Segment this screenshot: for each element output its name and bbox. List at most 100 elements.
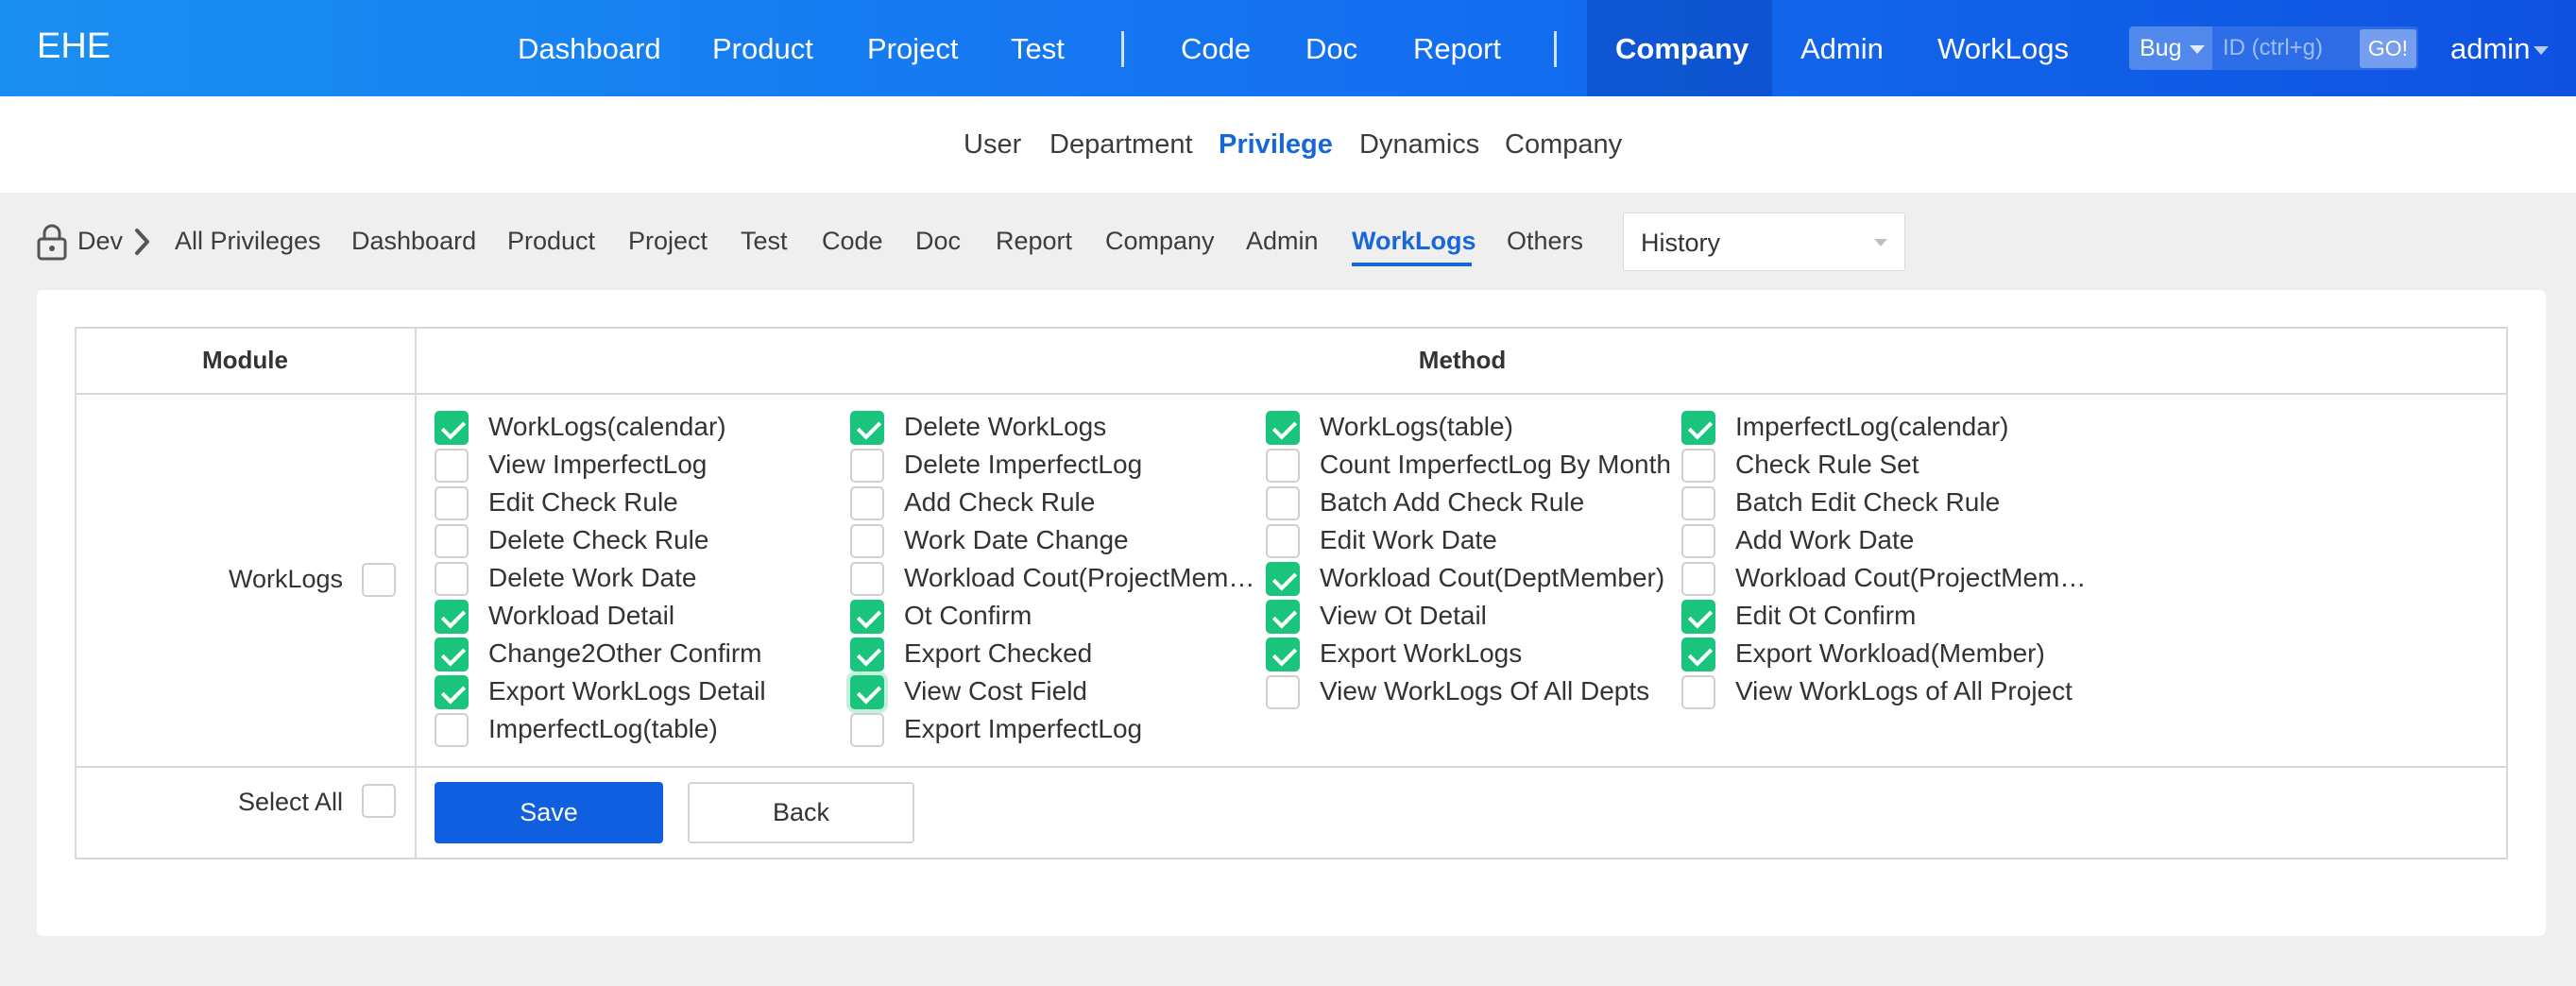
permission-label[interactable]: Edit Work Date [1320,525,1679,555]
permission-checkbox[interactable] [435,713,469,747]
permission-checkbox[interactable] [850,411,884,445]
nav-test[interactable]: Test [1011,0,1065,96]
permission-label[interactable]: View Cost Field [904,676,1263,706]
nav-report[interactable]: Report [1413,0,1501,96]
permission-label[interactable]: Workload Cout(ProjectMember) [904,563,1263,593]
permission-checkbox[interactable] [1266,486,1300,520]
permission-label[interactable]: Export Workload(Member) [1735,638,2094,669]
subnav-department[interactable]: Department [1049,96,1193,193]
permission-checkbox[interactable] [1266,562,1300,596]
permission-checkbox[interactable] [435,600,469,634]
permission-checkbox[interactable] [1266,600,1300,634]
permission-checkbox[interactable] [435,675,469,709]
permission-label[interactable]: Workload Cout(DeptMember) [1320,563,1679,593]
permission-label[interactable]: View WorkLogs of All Project [1735,676,2094,706]
tab-code[interactable]: Code [822,219,883,263]
permission-label[interactable]: Export Checked [904,638,1263,669]
permission-label[interactable]: Add Work Date [1735,525,2094,555]
subnav-user[interactable]: User [964,96,1021,193]
permission-checkbox[interactable] [850,675,884,709]
tab-test[interactable]: Test [741,219,788,263]
permission-checkbox[interactable] [850,524,884,558]
permission-label[interactable]: Edit Check Rule [488,487,847,518]
permission-checkbox[interactable] [1681,411,1715,445]
tab-admin[interactable]: Admin [1246,219,1319,263]
permission-checkbox[interactable] [1266,638,1300,672]
permission-checkbox[interactable] [1266,524,1300,558]
go-button[interactable]: GO! [2360,29,2416,68]
nav-project[interactable]: Project [867,0,958,96]
nav-worklogs[interactable]: WorkLogs [1937,0,2069,96]
permission-checkbox[interactable] [850,713,884,747]
tab-dashboard[interactable]: Dashboard [351,219,476,263]
tab-project[interactable]: Project [628,219,708,263]
permission-checkbox[interactable] [1681,675,1715,709]
permission-label[interactable]: Delete Work Date [488,563,847,593]
permission-label[interactable]: View Ot Detail [1320,601,1679,631]
permission-checkbox[interactable] [850,600,884,634]
module-select-all-checkbox[interactable] [362,563,396,597]
permission-checkbox[interactable] [1266,449,1300,483]
permission-label[interactable]: View ImperfectLog [488,450,847,480]
user-menu[interactable]: admin [2450,0,2550,96]
permission-label[interactable]: Delete ImperfectLog [904,450,1263,480]
permission-checkbox[interactable] [1681,562,1715,596]
permission-label[interactable]: Workload Cout(ProjectMember) [1735,563,2094,593]
tab-all-privileges[interactable]: All Privileges [175,219,321,263]
tab-company[interactable]: Company [1105,219,1215,263]
brand-logo[interactable]: EHE [37,26,111,67]
permission-label[interactable]: Change2Other Confirm [488,638,847,669]
permission-label[interactable]: WorkLogs(table) [1320,412,1679,442]
permission-checkbox[interactable] [1681,638,1715,672]
nav-company[interactable]: Company [1615,0,1749,96]
save-button[interactable]: Save [435,782,663,843]
permission-checkbox[interactable] [1681,449,1715,483]
permission-label[interactable]: View WorkLogs Of All Depts [1320,676,1679,706]
nav-dashboard[interactable]: Dashboard [518,0,661,96]
nav-code[interactable]: Code [1181,0,1251,96]
permission-label[interactable]: ImperfectLog(table) [488,714,847,744]
permission-label[interactable]: Workload Detail [488,601,847,631]
permission-checkbox[interactable] [435,562,469,596]
permission-checkbox[interactable] [435,524,469,558]
permission-checkbox[interactable] [1266,411,1300,445]
tab-others[interactable]: Others [1507,219,1583,263]
permission-checkbox[interactable] [1681,486,1715,520]
permission-label[interactable]: Check Rule Set [1735,450,2094,480]
permission-checkbox[interactable] [1681,524,1715,558]
permission-checkbox[interactable] [850,449,884,483]
permission-checkbox[interactable] [850,638,884,672]
subnav-company[interactable]: Company [1505,96,1622,193]
search-input[interactable] [2212,26,2360,70]
permission-checkbox[interactable] [435,411,469,445]
permission-label[interactable]: Count ImperfectLog By Month [1320,450,1679,480]
permission-label[interactable]: Export WorkLogs Detail [488,676,847,706]
permission-checkbox[interactable] [435,486,469,520]
nav-admin[interactable]: Admin [1800,0,1884,96]
tab-report[interactable]: Report [996,219,1072,263]
tab-doc[interactable]: Doc [915,219,961,263]
nav-doc[interactable]: Doc [1305,0,1357,96]
permission-checkbox[interactable] [850,486,884,520]
permission-label[interactable]: Ot Confirm [904,601,1263,631]
permission-label[interactable]: Export ImperfectLog [904,714,1263,744]
permission-label[interactable]: Work Date Change [904,525,1263,555]
permission-label[interactable]: Delete Check Rule [488,525,847,555]
permission-label[interactable]: Add Check Rule [904,487,1263,518]
select-all-checkbox[interactable] [362,784,396,818]
permission-label[interactable]: Export WorkLogs [1320,638,1679,669]
tab-product[interactable]: Product [507,219,595,263]
permission-label[interactable]: WorkLogs(calendar) [488,412,847,442]
permission-checkbox[interactable] [435,638,469,672]
tab-worklogs[interactable]: WorkLogs [1352,219,1476,263]
permission-label[interactable]: Batch Add Check Rule [1320,487,1679,518]
permission-checkbox[interactable] [1266,675,1300,709]
permission-label[interactable]: Delete WorkLogs [904,412,1263,442]
history-select[interactable]: History [1623,212,1905,271]
nav-product[interactable]: Product [712,0,813,96]
permission-label[interactable]: ImperfectLog(calendar) [1735,412,2094,442]
back-button[interactable]: Back [688,782,914,843]
permission-checkbox[interactable] [1681,600,1715,634]
subnav-dynamics[interactable]: Dynamics [1359,96,1479,193]
permission-checkbox[interactable] [850,562,884,596]
